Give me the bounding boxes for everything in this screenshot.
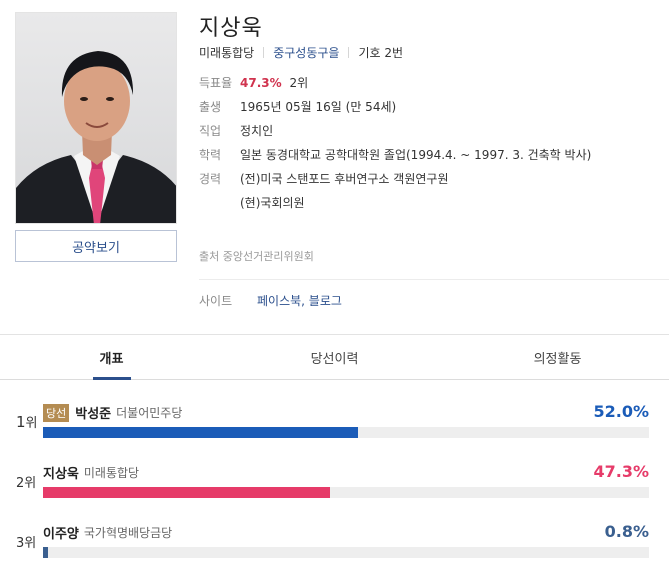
result-candidate: 지상욱 미래통합당 (43, 463, 139, 482)
career-row: 경력 (전)미국 스탠포드 후버연구소 객원연구원 (현)국회의원 (199, 170, 619, 218)
career-item: (현)국회의원 (240, 196, 305, 210)
result-party: 미래통합당 (83, 466, 140, 480)
data-source: 출처 중앙선거관리위원회 (199, 250, 314, 263)
party-name: 미래통합당 (199, 46, 255, 60)
result-rank: 2위 (16, 476, 37, 491)
tab-bar: 개표 당선이력 의정활동 (0, 334, 669, 380)
birth-value: 1965년 05월 16일 (만 54세) (240, 100, 397, 114)
birth-label: 출생 (199, 100, 222, 114)
education-row: 학력 일본 동경대학교 공학대학원 졸업(1994.4. ~ 1997. 3. … (199, 146, 619, 165)
result-party: 더불어민주당 (116, 406, 183, 420)
candidate-meta: 미래통합당 중구성동구을 기호 2번 (199, 44, 403, 61)
education-label: 학력 (199, 148, 222, 162)
result-rate: 47.3% (593, 462, 649, 481)
career-item: (전)미국 스탠포드 후버연구소 객원연구원 (240, 172, 449, 186)
result-party: 국가혁명배당금당 (83, 526, 173, 540)
tab-vote-count[interactable]: 개표 (0, 335, 223, 380)
site-label: 사이트 (199, 294, 233, 308)
result-rate: 0.8% (604, 522, 649, 541)
vote-rate-row: 득표율 47.3% 2위 (199, 74, 619, 93)
result-bar-track (43, 547, 649, 558)
job-row: 직업 정치인 (199, 122, 619, 141)
site-links[interactable]: 페이스북, 블로그 (257, 292, 342, 309)
result-rate: 52.0% (593, 402, 649, 421)
site-row: 사이트 페이스북, 블로그 (199, 292, 342, 309)
result-rank: 1위 (16, 413, 38, 431)
education-value: 일본 동경대학교 공학대학원 졸업(1994.4. ~ 1997. 3. 건축학… (240, 148, 592, 162)
pledge-button[interactable]: 공약보기 (15, 230, 177, 262)
result-row: 2위 지상욱 미래통합당 47.3% (0, 462, 669, 502)
result-candidate: 이주양 국가혁명배당금당 (43, 523, 172, 542)
result-name[interactable]: 박성준 (75, 403, 111, 422)
candidate-info: 득표율 47.3% 2위 출생 1965년 05월 16일 (만 54세) 직업… (199, 74, 619, 223)
tab-election-history[interactable]: 당선이력 (223, 335, 446, 379)
meta-divider (348, 47, 350, 58)
job-label: 직업 (199, 124, 222, 138)
candidate-photo (15, 12, 177, 224)
result-row: 3위 이주양 국가혁명배당금당 0.8% (0, 522, 669, 562)
meta-divider (263, 47, 265, 58)
birth-row: 출생 1965년 05월 16일 (만 54세) (199, 98, 619, 117)
result-name[interactable]: 이주양 (43, 523, 79, 542)
job-value: 정치인 (240, 124, 274, 138)
result-bar-track (43, 427, 649, 438)
career-label: 경력 (199, 172, 222, 186)
result-candidate: 당선 박성준 더불어민주당 (43, 403, 182, 422)
winner-badge: 당선 (43, 403, 70, 422)
vote-rate-rank: 2위 (289, 76, 309, 90)
result-name[interactable]: 지상욱 (43, 463, 79, 482)
tab-legislative-activity[interactable]: 의정활동 (446, 335, 669, 379)
vote-rate-label: 득표율 (199, 76, 233, 90)
result-bar-fill (43, 487, 330, 498)
vote-rate-percent: 47.3% (240, 76, 282, 90)
candidate-number: 기호 2번 (358, 46, 404, 60)
result-rank: 3위 (16, 536, 37, 551)
result-bar-fill (43, 427, 359, 438)
result-row: 1위 당선 박성준 더불어민주당 52.0% (0, 402, 669, 442)
result-bar-track (43, 487, 649, 498)
district-link[interactable]: 중구성동구을 (273, 44, 339, 61)
section-divider (199, 279, 669, 280)
result-bar-fill (43, 547, 48, 558)
candidate-name: 지상욱 (199, 16, 263, 41)
